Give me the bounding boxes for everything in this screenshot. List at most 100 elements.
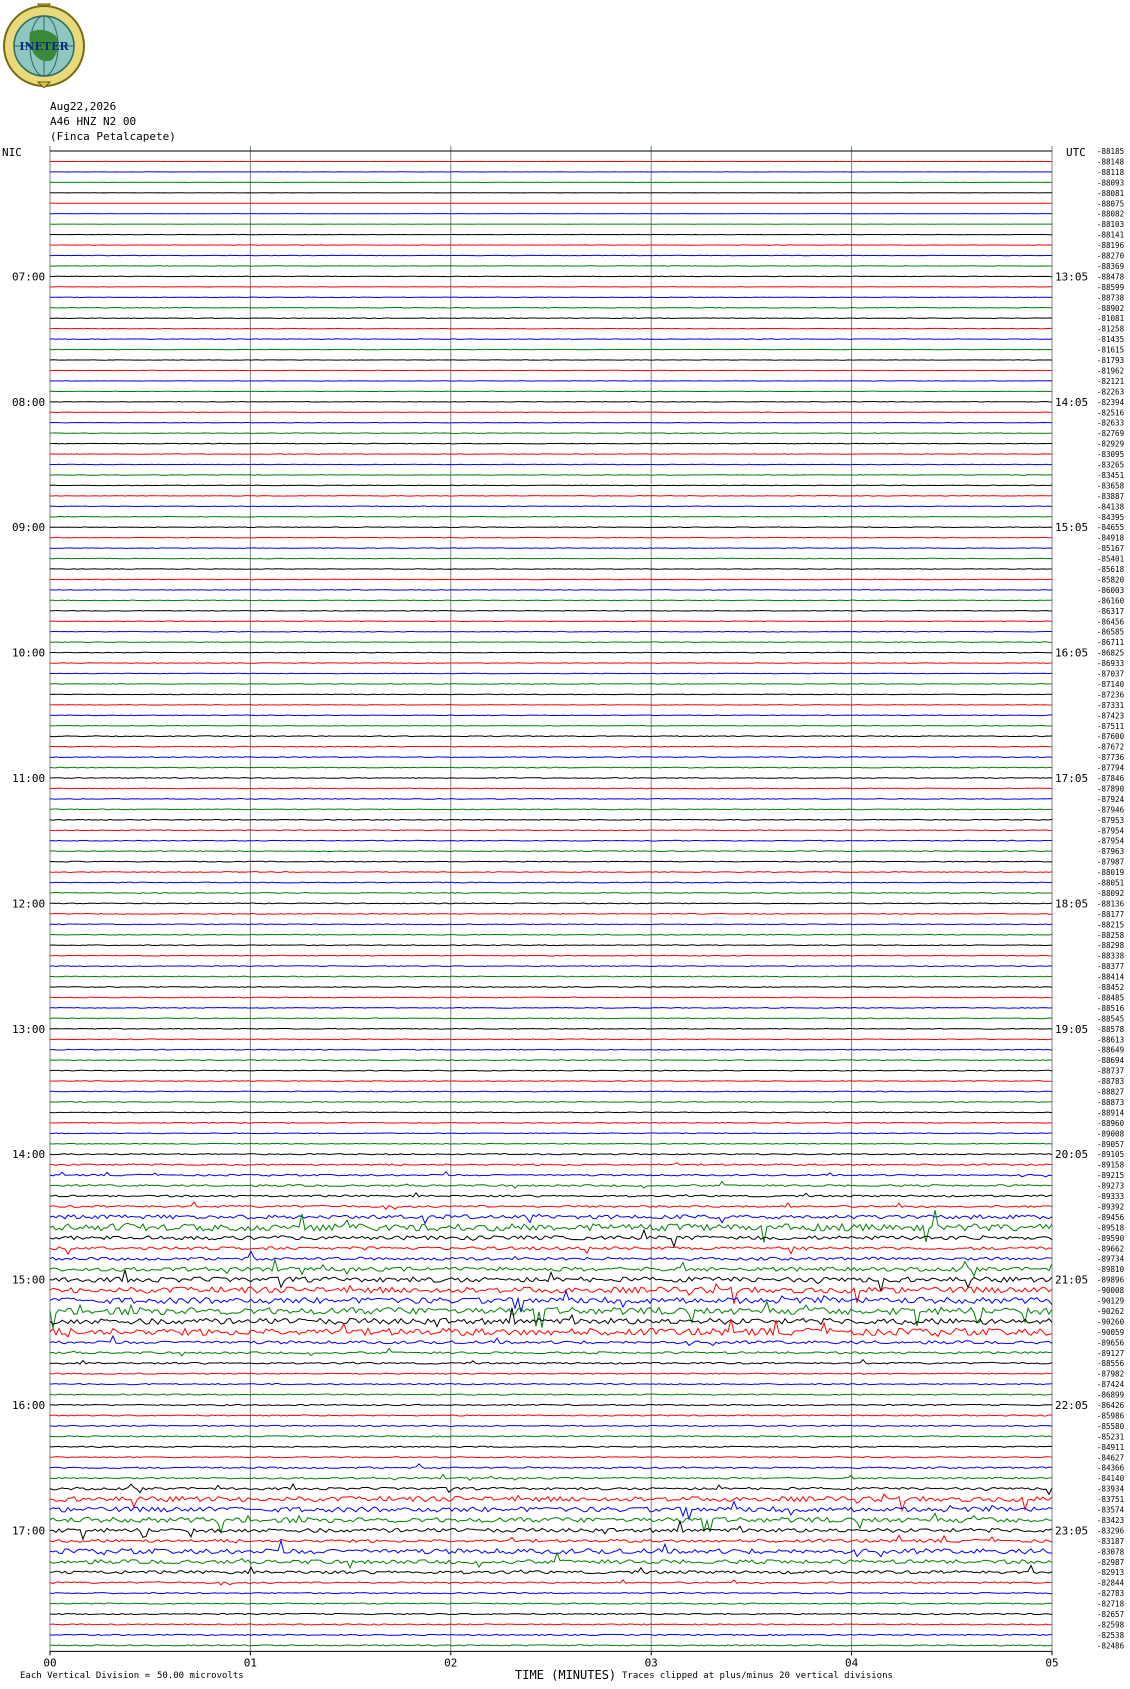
trace-line-115: [49, 1347, 1053, 1357]
trace-line-60: [49, 777, 1053, 779]
trace-line-136: [49, 1564, 1053, 1575]
trace-line-32: [49, 484, 1053, 487]
trace-offset-label-124: -84911: [1097, 1443, 1124, 1452]
trace-line-137: [49, 1579, 1053, 1586]
trace-line-14: [49, 296, 1053, 299]
trace-offset-label-87: -88694: [1097, 1056, 1125, 1065]
trace-offset-label-19: -81615: [1097, 346, 1124, 355]
trace-offset-label-141: -82598: [1097, 1620, 1125, 1629]
trace-offset-label-35: -84395: [1097, 513, 1124, 522]
trace-offset-label-1: -88148: [1097, 157, 1125, 166]
trace-line-37: [49, 536, 1053, 539]
trace-offset-label-126: -84366: [1097, 1464, 1125, 1473]
x-tick-label-05: 05: [1045, 1656, 1058, 1669]
trace-offset-label-11: -88369: [1097, 262, 1124, 271]
trace-offset-label-58: -87736: [1097, 753, 1125, 762]
trace-line-49: [49, 662, 1053, 664]
trace-offset-label-132: -83296: [1097, 1526, 1125, 1535]
trace-line-39: [49, 557, 1053, 560]
trace-line-50: [49, 672, 1053, 675]
trace-offset-label-80: -88452: [1097, 983, 1124, 992]
x-tick-label-02: 02: [444, 1656, 457, 1669]
time-axis: 00 01 02 03 04 05: [43, 1650, 1059, 1669]
trace-offset-label-5: -88075: [1097, 199, 1124, 208]
hour-label-left-10: 17:00: [12, 1524, 45, 1537]
helicorder-plot: 00 01 02 03 04 05 07:00 13:05 08:00 14:05 09:00 15…: [12, 146, 1125, 1669]
hour-label-left-5: 12:00: [12, 897, 45, 910]
trace-offset-label-100: -89333: [1097, 1192, 1124, 1201]
hour-label-left-7: 14:00: [12, 1148, 45, 1161]
trace-offset-label-88: -88737: [1097, 1067, 1124, 1076]
trace-offset-label-96: -89105: [1097, 1150, 1124, 1159]
trace-line-59: [49, 766, 1053, 769]
trace-offset-label-77: -88338: [1097, 952, 1125, 961]
hour-label-right-6: 19:05: [1055, 1023, 1088, 1036]
trace-line-122: [49, 1424, 1053, 1428]
trace-line-62: [49, 797, 1053, 800]
trace-offset-label-70: -88051: [1097, 879, 1124, 888]
x-tick-label-00: 00: [43, 1656, 56, 1669]
trace-offset-label-3: -88093: [1097, 178, 1124, 187]
trace-offset-label-119: -86899: [1097, 1391, 1124, 1400]
trace-line-44: [49, 610, 1053, 612]
trace-line-52: [49, 693, 1053, 696]
trace-offset-label-91: -88873: [1097, 1098, 1124, 1107]
trace-offset-label-16: -81081: [1097, 314, 1124, 323]
trace-line-12: [49, 275, 1053, 278]
trace-offset-label-15: -88902: [1097, 304, 1124, 313]
trace-offset-label-116: -88556: [1097, 1359, 1125, 1368]
trace-offset-label-27: -82769: [1097, 429, 1124, 438]
trace-line-73: [49, 912, 1052, 915]
trace-line-10: [49, 254, 1053, 257]
trace-line-67: [49, 850, 1053, 853]
trace-offset-label-113: -90059: [1097, 1328, 1124, 1337]
trace-offset-label-32: -83658: [1097, 481, 1125, 490]
trace-line-109: [49, 1282, 1053, 1304]
hour-label-right-0: 13:05: [1055, 270, 1088, 283]
trace-offset-label-104: -89590: [1097, 1234, 1125, 1243]
trace-line-94: [49, 1132, 1053, 1135]
trace-line-92: [49, 1111, 1053, 1114]
trace-line-90: [49, 1090, 1053, 1093]
trace-line-47: [49, 641, 1053, 643]
trace-offset-label-9: -88196: [1097, 241, 1125, 250]
trace-line-76: [49, 944, 1053, 947]
trace-offset-label-68: -87987: [1097, 858, 1124, 867]
trace-line-128: [49, 1482, 1053, 1496]
trace-line-29: [49, 453, 1053, 455]
trace-line-31: [49, 474, 1053, 476]
trace-offset-label-60: -87846: [1097, 774, 1125, 783]
trace-line-141: [49, 1623, 1053, 1626]
trace-offset-label-45: -86456: [1097, 617, 1125, 626]
trace-line-103: [49, 1210, 1053, 1243]
trace-line-48: [49, 651, 1053, 654]
trace-offset-label-130: -83574: [1097, 1506, 1125, 1515]
trace-offset-label-92: -88914: [1097, 1108, 1125, 1117]
trace-line-89: [49, 1080, 1053, 1082]
trace-offset-label-135: -82987: [1097, 1558, 1124, 1567]
trace-line-91: [49, 1101, 1053, 1103]
trace-offset-label-115: -89127: [1097, 1349, 1124, 1358]
trace-line-143: [49, 1644, 1053, 1647]
footer-scale-value: 50.00 microvolts: [157, 1671, 244, 1681]
trace-offset-label-10: -88270: [1097, 252, 1125, 261]
hour-label-left-9: 16:00: [12, 1399, 45, 1412]
trace-offset-label-134: -83078: [1097, 1547, 1125, 1556]
trace-line-70: [49, 881, 1053, 884]
trace-offset-label-13: -88599: [1097, 283, 1124, 292]
trace-line-83: [49, 1017, 1053, 1020]
trace-offset-label-21: -81962: [1097, 366, 1124, 375]
trace-line-96: [49, 1153, 1053, 1156]
trace-offset-label-83: -88545: [1097, 1014, 1124, 1023]
hour-label-right-8: 21:05: [1055, 1274, 1088, 1287]
trace-offset-label-55: -87511: [1097, 722, 1124, 731]
trace-line-56: [49, 735, 1053, 738]
trace-offset-label-114: -89656: [1097, 1338, 1125, 1347]
trace-offset-label-63: -87946: [1097, 805, 1125, 814]
hour-label-left-8: 15:00: [12, 1274, 45, 1287]
trace-offset-label-64: -87953: [1097, 816, 1124, 825]
trace-offset-label-30: -83265: [1097, 461, 1124, 470]
trace-offset-label-37: -84918: [1097, 534, 1125, 543]
trace-offset-label-82: -88516: [1097, 1004, 1125, 1013]
trace-line-119: [49, 1393, 1053, 1396]
